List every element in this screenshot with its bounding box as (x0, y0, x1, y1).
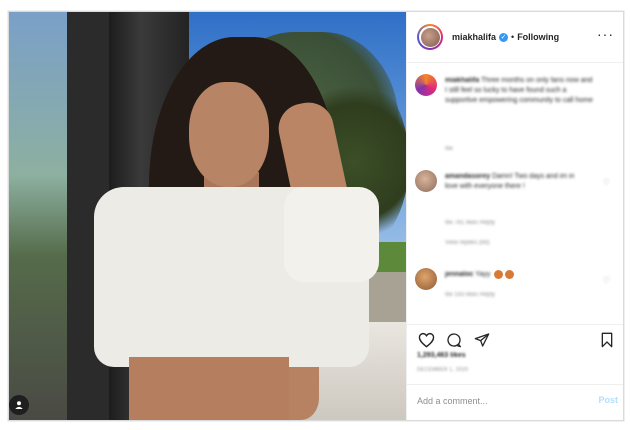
add-comment-bar: Post (407, 384, 623, 420)
view-replies-link[interactable]: View replies (69) (445, 240, 490, 246)
likes-count[interactable]: 1,293,463 likes (417, 352, 466, 359)
avatar-image (420, 27, 440, 47)
comment-time: 9w (445, 292, 453, 298)
comment-text: jennaloc Yayy (445, 270, 595, 280)
comment-username[interactable]: amandasorey (445, 173, 490, 180)
post-header: miakhalifa ✓ • Following ··· (407, 12, 623, 63)
separator-dot: • (511, 32, 515, 42)
comments-list: miakhalifa Three months on only fans now… (407, 62, 623, 324)
following-button[interactable]: Following (517, 32, 559, 42)
comment-body: Yayy (475, 271, 491, 279)
avatar[interactable] (415, 170, 437, 192)
avatar[interactable] (415, 74, 437, 96)
photo-sleeve (284, 187, 379, 282)
caption-text: miakhalifa Three months on only fans now… (445, 76, 595, 106)
post-button[interactable]: Post (598, 395, 618, 405)
comment-time: 9w (445, 146, 453, 152)
username-link[interactable]: miakhalifa (452, 32, 496, 42)
comment-input[interactable] (417, 396, 577, 406)
verified-badge-icon: ✓ (499, 32, 509, 42)
comment-meta: 9w 193 likes Reply (445, 292, 495, 298)
share-icon[interactable] (473, 331, 491, 349)
emoji-icon (494, 270, 504, 279)
heart-icon[interactable]: ♡ (603, 276, 610, 285)
comment-username[interactable]: miakhalifa (445, 77, 479, 84)
photo-window (9, 12, 69, 420)
post-modal: miakhalifa ✓ • Following ··· miakhalifa … (8, 11, 624, 421)
user-tag-icon[interactable] (9, 395, 29, 415)
photo-face (189, 82, 269, 187)
post-photo[interactable] (9, 12, 406, 420)
comment-likes-reply[interactable]: 193 likes Reply (454, 292, 495, 298)
comment-text: amandasorey Damn! Two days and im in lov… (445, 172, 585, 192)
comment-time: 9w (445, 220, 453, 226)
post-side-panel: miakhalifa ✓ • Following ··· miakhalifa … (406, 12, 623, 420)
avatar-ring (419, 26, 441, 48)
heart-icon[interactable]: ♡ (603, 178, 610, 187)
emoji-icon (505, 270, 515, 279)
comment-username[interactable]: jennaloc (445, 270, 473, 280)
comment-meta: 9w 781 likes Reply (445, 220, 495, 226)
profile-avatar[interactable] (417, 24, 443, 50)
bookmark-icon[interactable] (598, 331, 616, 349)
comment-icon[interactable] (445, 331, 463, 349)
action-bar (407, 324, 623, 355)
heart-icon[interactable] (417, 331, 435, 349)
more-options-icon[interactable]: ··· (597, 26, 614, 42)
photo-belly (129, 357, 289, 420)
comment-likes-reply[interactable]: 781 likes Reply (454, 220, 495, 226)
post-date: DECEMBER 1, 2020 (417, 367, 469, 373)
avatar[interactable] (415, 268, 437, 290)
